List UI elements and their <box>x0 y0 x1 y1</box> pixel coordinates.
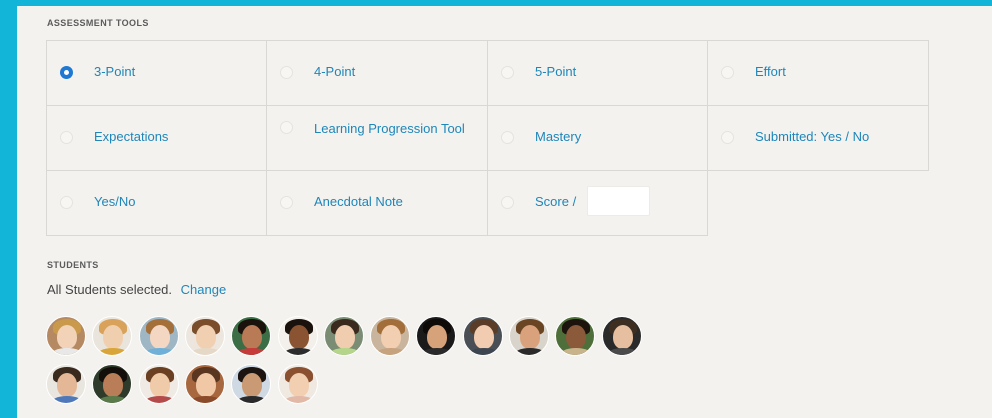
tool-option-5-point[interactable]: 5-Point <box>488 41 708 106</box>
avatar-shirt <box>283 348 315 355</box>
avatar-shirt <box>236 396 268 403</box>
avatar-face <box>57 325 77 349</box>
tool-option-label: Anecdotal Note <box>314 194 403 209</box>
avatar-face <box>242 373 262 397</box>
radio-icon[interactable] <box>60 131 73 144</box>
avatar-shirt <box>560 348 592 355</box>
assessment-panel: ASSESSMENT TOOLS 3-Point 4-Point 5-Point… <box>17 6 992 418</box>
avatar-shirt <box>51 348 83 355</box>
tool-option-score[interactable]: Score / <box>488 171 708 236</box>
student-avatar[interactable] <box>324 316 364 356</box>
student-avatar[interactable] <box>92 316 132 356</box>
avatar-shirt <box>97 348 129 355</box>
radio-icon[interactable] <box>721 131 734 144</box>
avatar-face <box>289 373 309 397</box>
avatar-shirt <box>144 348 176 355</box>
avatar-face <box>566 325 586 349</box>
assessment-tools-grid: 3-Point 4-Point 5-Point Effort Expectati… <box>46 40 929 236</box>
radio-icon[interactable] <box>280 196 293 209</box>
avatar-shirt <box>607 348 639 355</box>
tool-option-label: Effort <box>755 64 786 79</box>
avatar-face <box>150 325 170 349</box>
radio-selected-icon[interactable] <box>60 66 73 79</box>
avatar-face <box>613 325 633 349</box>
avatar-shirt <box>468 348 500 355</box>
avatar-face <box>196 373 216 397</box>
assessment-tools-title: ASSESSMENT TOOLS <box>47 18 149 28</box>
avatar-shirt <box>283 396 315 403</box>
radio-icon[interactable] <box>501 196 514 209</box>
score-total-input[interactable] <box>587 186 650 216</box>
avatar-shirt <box>421 348 453 355</box>
student-avatar[interactable] <box>231 364 271 404</box>
tool-option-label: 4-Point <box>314 64 356 79</box>
avatar-shirt <box>190 348 222 355</box>
avatar-face <box>103 373 123 397</box>
radio-icon[interactable] <box>60 196 73 209</box>
avatar-face <box>381 325 401 349</box>
students-selection-text: All Students selected. <box>47 282 173 297</box>
avatar-shirt <box>514 348 546 355</box>
student-avatar[interactable] <box>509 316 549 356</box>
radio-icon[interactable] <box>721 66 734 79</box>
tool-option-3-point[interactable]: 3-Point <box>47 41 267 106</box>
avatar-face <box>57 373 77 397</box>
avatar-face <box>427 325 447 349</box>
avatar-face <box>289 325 309 349</box>
tool-option-label: Learning Progression Tool <box>314 121 465 136</box>
avatar-face <box>196 325 216 349</box>
avatar-face <box>520 325 540 349</box>
tool-option-yes-no[interactable]: Yes/No <box>47 171 267 236</box>
student-avatar[interactable] <box>416 316 456 356</box>
student-avatar[interactable] <box>602 316 642 356</box>
tool-option-label: Yes/No <box>94 194 136 209</box>
tool-option-label: Score / <box>535 194 577 209</box>
radio-icon[interactable] <box>501 66 514 79</box>
avatar-shirt <box>97 396 129 403</box>
tool-option-submitted[interactable]: Submitted: Yes / No <box>708 106 929 171</box>
tool-option-label: Mastery <box>535 129 582 144</box>
avatar-face <box>335 325 355 349</box>
avatar-face <box>474 325 494 349</box>
student-avatar[interactable] <box>46 364 86 404</box>
tool-option-learning-progression[interactable]: Learning Progression Tool <box>267 106 488 171</box>
avatar-shirt <box>190 396 222 403</box>
tool-option-4-point[interactable]: 4-Point <box>267 41 488 106</box>
tool-option-mastery[interactable]: Mastery <box>488 106 708 171</box>
student-avatar[interactable] <box>185 364 225 404</box>
students-title: STUDENTS <box>47 260 99 270</box>
avatar-shirt <box>51 396 83 403</box>
empty-cell <box>708 171 929 236</box>
radio-icon[interactable] <box>501 131 514 144</box>
student-avatar[interactable] <box>92 364 132 404</box>
student-avatar[interactable] <box>46 316 86 356</box>
tool-option-label: Submitted: Yes / No <box>755 129 870 144</box>
radio-icon[interactable] <box>280 66 293 79</box>
student-avatar[interactable] <box>139 316 179 356</box>
student-avatar[interactable] <box>231 316 271 356</box>
tool-option-label: 5-Point <box>535 64 577 79</box>
avatar-shirt <box>236 348 268 355</box>
student-avatar[interactable] <box>555 316 595 356</box>
student-avatar[interactable] <box>463 316 503 356</box>
avatar-face <box>150 373 170 397</box>
student-avatar[interactable] <box>278 364 318 404</box>
avatar-face <box>242 325 262 349</box>
avatar-face <box>103 325 123 349</box>
change-students-link[interactable]: Change <box>181 282 227 297</box>
avatar-shirt <box>329 348 361 355</box>
tool-option-expectations[interactable]: Expectations <box>47 106 267 171</box>
avatar-shirt <box>375 348 407 355</box>
tool-option-label: Expectations <box>94 129 169 144</box>
tool-option-label: 3-Point <box>94 64 136 79</box>
student-avatar[interactable] <box>370 316 410 356</box>
student-avatar[interactable] <box>278 316 318 356</box>
tool-option-effort[interactable]: Effort <box>708 41 929 106</box>
student-avatar[interactable] <box>139 364 179 404</box>
students-selection: All Students selected. Change <box>47 282 226 297</box>
tool-option-anecdotal-note[interactable]: Anecdotal Note <box>267 171 488 236</box>
student-avatar[interactable] <box>185 316 225 356</box>
avatar-shirt <box>144 396 176 403</box>
